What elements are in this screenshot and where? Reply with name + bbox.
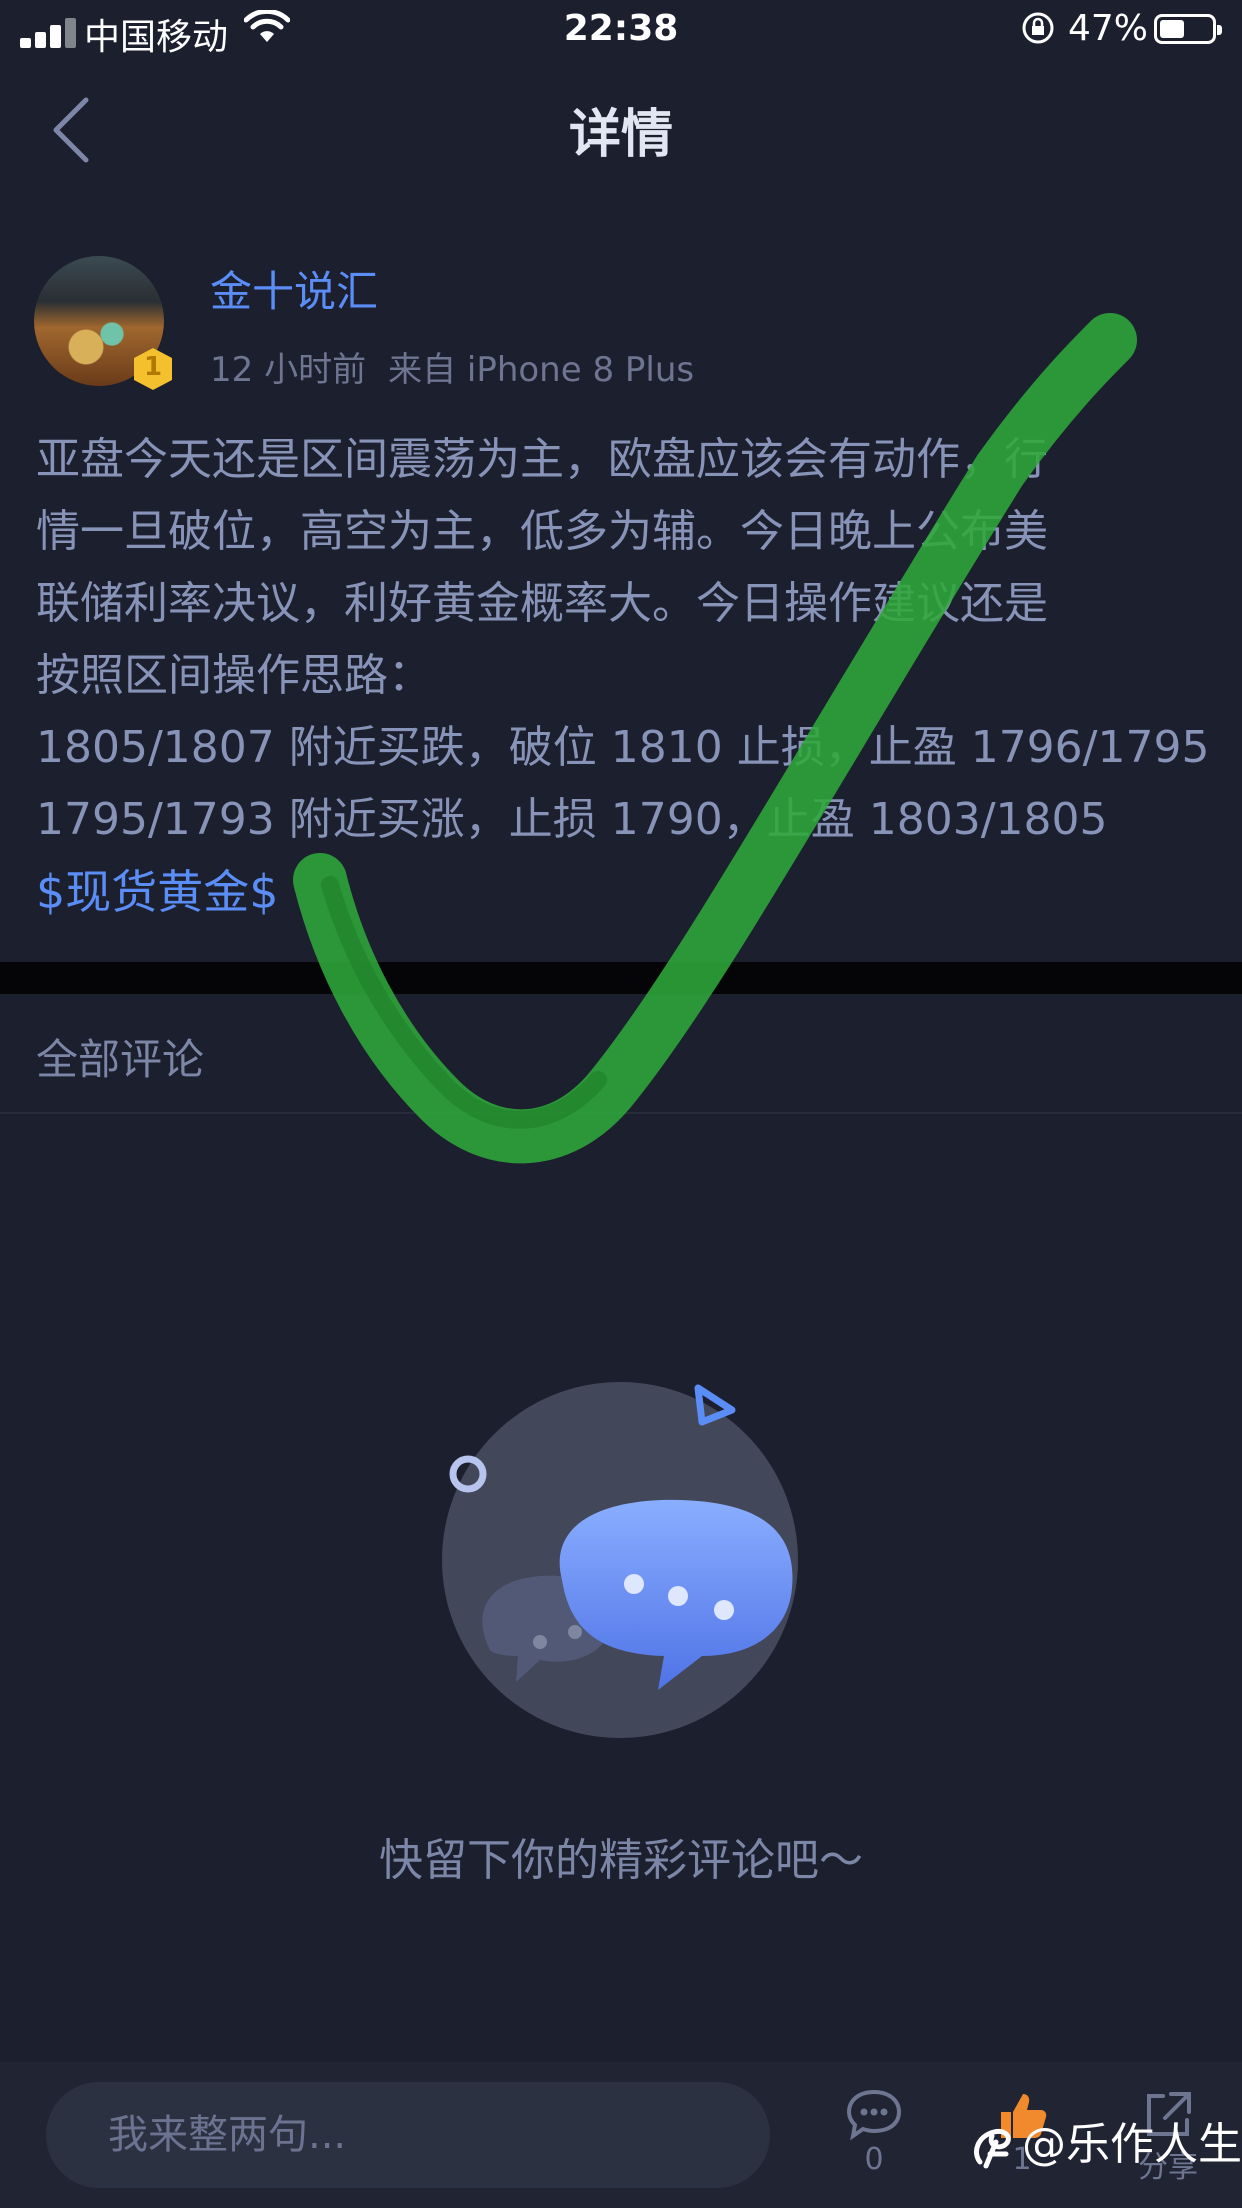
level-badge-number: 1 xyxy=(143,352,163,382)
battery-icon xyxy=(1154,14,1222,44)
watermark-text: @乐作人生 xyxy=(1022,2119,1242,2170)
post-meta: 12 小时前 来自 iPhone 8 Plus xyxy=(210,342,694,391)
post-line: 按照区间操作思路： xyxy=(36,650,432,701)
comment-count-button[interactable]: 0 xyxy=(828,2088,920,2177)
watermark: @乐作人生 xyxy=(966,2108,1242,2172)
topic-tag[interactable]: $现货黄金$ xyxy=(36,856,279,922)
comment-count: 0 xyxy=(864,2142,884,2177)
post-time: 12 小时前 xyxy=(210,350,367,390)
rotation-lock-icon xyxy=(1022,12,1054,44)
page-title: 详情 xyxy=(568,105,673,165)
chat-bubbles-illustration xyxy=(442,1382,798,1738)
comment-icon xyxy=(846,2089,902,2141)
post-line: 1795/1793 附近买涨，止损 1790，止盈 1803/1805 xyxy=(36,794,1108,845)
battery-fill xyxy=(1160,20,1184,38)
divider xyxy=(0,1112,1242,1114)
status-bar: 中国移动 22:38 47% xyxy=(0,0,1242,64)
comment-input[interactable] xyxy=(46,2082,770,2188)
post-line: 联储利率决议，利好黄金概率大。今日操作建议还是 xyxy=(36,578,1048,629)
level-badge: 1 xyxy=(130,346,176,392)
post-line: 情一旦破位，高空为主，低多为辅。今日晚上公布美 xyxy=(36,506,1048,557)
comments-header: 全部评论 xyxy=(36,1035,205,1084)
empty-comments-text: 快留下你的精彩评论吧～ xyxy=(379,1835,863,1886)
author-name[interactable]: 金十说汇 xyxy=(210,258,378,319)
lofter-logo-icon xyxy=(974,2128,1011,2169)
post-body: 亚盘今天还是区间震荡为主，欧盘应该会有动作，行 情一旦破位，高空为主，低多为辅。… xyxy=(36,424,1216,856)
section-divider xyxy=(0,962,1242,994)
post-line: 亚盘今天还是区间震荡为主，欧盘应该会有动作，行 xyxy=(36,434,1048,485)
battery-percent: 47% xyxy=(1068,8,1149,49)
post-source: 来自 iPhone 8 Plus xyxy=(388,350,695,390)
post-line: 1805/1807 附近买跌，破位 1810 止损，止盈 1796/1795 xyxy=(36,722,1210,773)
